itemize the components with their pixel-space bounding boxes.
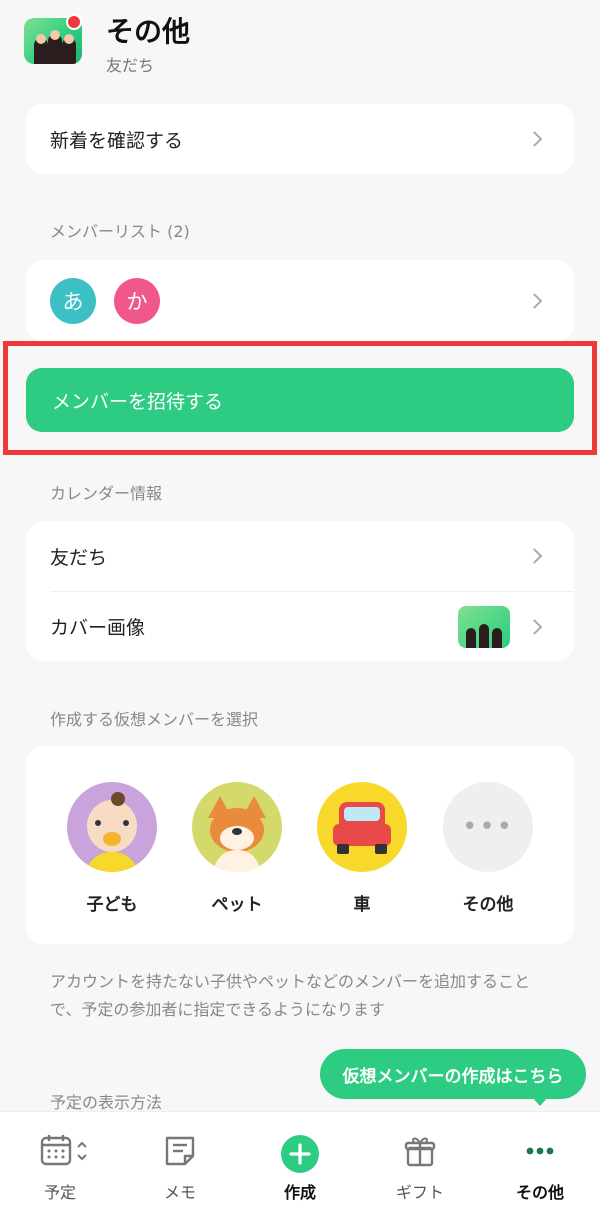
chevron-right-icon — [526, 131, 543, 147]
page-subtitle: 友だち — [106, 56, 155, 75]
virtual-member-label: ペット — [211, 895, 263, 915]
cover-image-label: カバー画像 — [50, 617, 146, 639]
tab-more[interactable]: その他 — [480, 1112, 600, 1209]
virtual-member-child[interactable]: 子ども — [67, 782, 157, 915]
tab-label: 予定 — [43, 1183, 76, 1202]
friends-label: 友だち — [50, 546, 108, 569]
add-icon — [280, 1134, 320, 1178]
display-method-label: 予定の表示方法 — [50, 1093, 163, 1112]
member-list-label: メンバーリスト (2) — [50, 222, 190, 241]
tab-label: その他 — [515, 1183, 564, 1202]
car-icon — [317, 782, 407, 872]
virtual-member-note: アカウントを持たない子供やペットなどのメンバーを追加することで、予定の参加者に指… — [50, 972, 531, 1019]
header: その他 友だち — [0, 0, 600, 90]
virtual-member-tooltip[interactable]: 仮想メンバーの作成はこちら — [320, 1049, 586, 1099]
calendar-info-card: 友だち カバー画像 — [26, 521, 574, 661]
member-list-card[interactable]: あ か — [26, 260, 574, 342]
dog-icon — [192, 782, 282, 872]
virtual-member-other[interactable]: ••• その他 — [443, 782, 533, 915]
tab-label: ギフト — [395, 1183, 444, 1202]
virtual-member-label: 子ども — [86, 895, 138, 915]
chevron-right-icon — [526, 293, 543, 309]
baby-icon — [67, 782, 157, 872]
chevron-right-icon — [526, 618, 543, 635]
tab-gift[interactable]: ギフト — [360, 1112, 480, 1209]
more-icon: ••• — [443, 782, 533, 872]
member-avatar[interactable]: あ — [50, 278, 96, 324]
bottom-tab-bar: 予定 メモ 作成 ギフト その他 — [0, 1111, 600, 1209]
virtual-member-car[interactable]: 車 — [317, 782, 407, 915]
virtual-member-label: 作成する仮想メンバーを選択 — [50, 710, 259, 729]
virtual-member-card: 子ども ペット 車 ••• その他 — [26, 746, 574, 944]
chevron-right-icon — [526, 548, 543, 564]
tab-schedule[interactable]: 予定 — [0, 1112, 120, 1209]
page-title: その他 — [106, 15, 191, 48]
memo-icon — [163, 1134, 197, 1172]
tab-label: 作成 — [283, 1183, 316, 1202]
notification-dot — [66, 14, 82, 30]
tab-create[interactable]: 作成 — [240, 1112, 360, 1209]
cover-image-row[interactable]: カバー画像 — [26, 592, 574, 661]
member-avatar[interactable]: か — [114, 278, 160, 324]
whats-new-label: 新着を確認する — [50, 129, 184, 152]
virtual-member-pet[interactable]: ペット — [192, 782, 282, 915]
more-icon — [520, 1134, 560, 1172]
tab-label: メモ — [163, 1183, 196, 1202]
calendar-icon — [40, 1134, 96, 1172]
friends-row[interactable]: 友だち — [26, 521, 574, 591]
calendar-info-label: カレンダー情報 — [50, 484, 163, 503]
cover-thumbnail — [458, 606, 510, 648]
virtual-member-label: その他 — [462, 895, 514, 915]
invite-member-button[interactable]: メンバーを招待する — [26, 368, 574, 432]
gift-icon — [403, 1134, 437, 1172]
whats-new-row[interactable]: 新着を確認する — [26, 104, 574, 174]
whats-new-card[interactable]: 新着を確認する — [26, 104, 574, 174]
virtual-member-label: 車 — [353, 895, 371, 915]
member-list-row[interactable]: あ か — [26, 260, 574, 342]
tooltip-tail — [532, 1097, 548, 1106]
tab-memo[interactable]: メモ — [120, 1112, 240, 1209]
